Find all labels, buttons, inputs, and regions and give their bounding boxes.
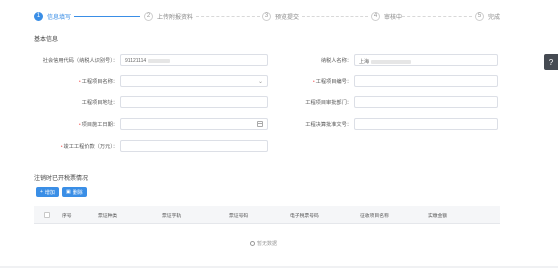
start-date-label-text: 项目施工日期：	[81, 122, 118, 128]
empty-state: 暂无数据	[250, 240, 277, 247]
column-header: 票证字轨	[162, 214, 182, 219]
chevron-down-icon: ⌄	[257, 79, 263, 85]
step-label: 审核中	[384, 14, 403, 21]
start-date-label: •项目施工日期：	[30, 121, 118, 128]
step-label: 完成	[488, 14, 501, 21]
step-2: 2 上传附报资料	[144, 10, 193, 22]
masked-text	[148, 58, 171, 63]
project-no-label-text: 工程项目编号：	[315, 79, 352, 85]
masked-text	[371, 59, 412, 64]
step-4: 4 审核中	[371, 10, 402, 22]
step-number: 1	[34, 11, 43, 21]
amount-input[interactable]	[120, 140, 268, 152]
required-mark: •	[78, 79, 81, 85]
credit-code-input[interactable]: 91121114	[120, 54, 268, 66]
column-header: 序号	[62, 214, 72, 219]
select-all-checkbox[interactable]	[44, 212, 50, 218]
step-connector	[74, 16, 140, 17]
amount-label: •竣工工程价款（万元）：	[30, 143, 118, 150]
column-header: 票证号码	[229, 214, 249, 219]
approval-doc-label: 工程决算批准文号：	[305, 122, 352, 128]
step-label: 上传附报资料	[157, 14, 194, 21]
project-address-input[interactable]	[120, 96, 268, 108]
table-header: 序号 票证种类 票证字轨 票证号码 电子税票号码 征收项目名称 实缴金额	[34, 206, 500, 224]
credit-code-label: 社会信用代码（纳税人识别号）：	[42, 58, 118, 64]
column-header: 票证种类	[98, 214, 118, 219]
help-icon: ?	[548, 57, 554, 67]
info-icon	[250, 241, 255, 246]
project-no-input[interactable]	[354, 75, 498, 87]
project-unit-input[interactable]	[354, 96, 498, 108]
step-connector	[402, 16, 472, 17]
delete-button-label: 删除	[72, 189, 83, 196]
step-5: 5 完成	[475, 10, 500, 22]
step-number: 4	[371, 11, 380, 21]
column-header: 征收项目名称	[360, 214, 389, 219]
required-mark: •	[78, 122, 81, 128]
plus-icon: +	[40, 189, 43, 195]
step-label: 预览提交	[275, 14, 300, 21]
step-label: 信息填写	[47, 14, 72, 21]
step-number: 3	[262, 11, 271, 21]
approval-doc-input[interactable]	[354, 118, 498, 130]
delete-button[interactable]: ▣ 删除	[62, 187, 87, 197]
taxpayer-name-input[interactable]: 上海	[354, 54, 498, 66]
step-connector	[302, 16, 368, 17]
add-button-label: 增加	[44, 189, 55, 196]
page: 1 信息填写 2 上传附报资料 3 预览提交 4 审核中 5 完成 基本信息 社…	[0, 0, 558, 268]
step-1: 1 信息填写	[34, 10, 71, 22]
project-no-label: •工程项目编号：	[300, 78, 352, 85]
calendar-icon	[257, 120, 263, 127]
section-title-basic: 基本信息	[34, 37, 59, 43]
required-mark: •	[312, 79, 315, 85]
column-header: 实缴金额	[428, 214, 448, 219]
step-3: 3 预览提交	[262, 10, 299, 22]
amount-label-text: 竣工工程价款（万元）：	[63, 144, 118, 150]
help-button[interactable]: ?	[544, 54, 558, 70]
project-name-select[interactable]: ⌄	[120, 75, 268, 87]
start-date-picker[interactable]	[120, 118, 268, 130]
step-number: 5	[475, 11, 484, 21]
section-title-invoice: 注销时已开税票情况	[34, 176, 89, 182]
step-connector	[196, 16, 260, 17]
required-mark: •	[60, 144, 63, 150]
progress-steps: 1 信息填写 2 上传附报资料 3 预览提交 4 审核中 5 完成	[34, 10, 508, 24]
taxpayer-name-label: 纳税人名称：	[320, 58, 352, 64]
trash-icon: ▣	[66, 189, 71, 195]
project-unit-label: 工程项目审批部门：	[305, 100, 352, 106]
step-number: 2	[144, 11, 153, 21]
project-name-label-text: 工程项目名称：	[81, 79, 118, 85]
project-name-label: •工程项目名称：	[30, 78, 118, 85]
add-button[interactable]: + 增加	[36, 187, 59, 197]
taxpayer-name-value: 上海	[359, 59, 370, 65]
column-header: 电子税票号码	[290, 214, 319, 219]
empty-state-text: 暂无数据	[257, 241, 278, 247]
project-address-label: 工程项目地址：	[81, 100, 118, 106]
credit-code-value: 91121114	[125, 58, 147, 64]
